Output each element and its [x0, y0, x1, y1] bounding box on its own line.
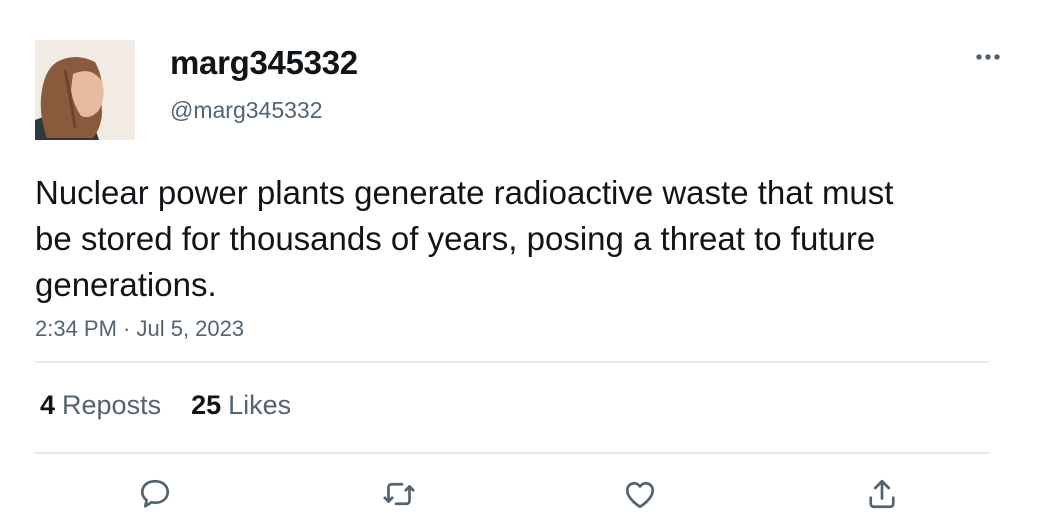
repost-icon — [383, 482, 415, 506]
reposts-count: 4 — [40, 389, 56, 420]
repost-button[interactable] — [379, 474, 419, 514]
more-horizontal-icon — [976, 54, 1000, 60]
divider-top — [35, 361, 989, 363]
reply-button[interactable] — [135, 474, 175, 514]
more-options-button[interactable] — [968, 42, 1008, 72]
reposts-stat[interactable]: 4 Reposts — [40, 390, 161, 421]
share-button[interactable] — [862, 474, 902, 514]
display-name[interactable]: marg345332 — [170, 44, 358, 82]
reposts-label: Reposts — [62, 389, 162, 420]
avatar-photo — [35, 40, 135, 140]
reply-icon — [140, 479, 170, 508]
likes-stat[interactable]: 25 Likes — [191, 390, 291, 421]
likes-label: Likes — [228, 389, 292, 420]
divider-bottom — [35, 452, 989, 454]
engagement-stats: 4 Reposts 25 Likes — [40, 386, 291, 424]
likes-count: 25 — [191, 389, 222, 420]
avatar[interactable] — [35, 40, 135, 140]
like-button[interactable] — [620, 474, 660, 514]
like-icon — [625, 481, 655, 509]
user-handle[interactable]: @marg345332 — [170, 97, 323, 124]
share-icon — [869, 479, 895, 509]
tweet-text: Nuclear power plants generate radioactiv… — [35, 174, 894, 303]
tweet-timestamp[interactable]: 2:34 PM · Jul 5, 2023 — [35, 316, 244, 342]
